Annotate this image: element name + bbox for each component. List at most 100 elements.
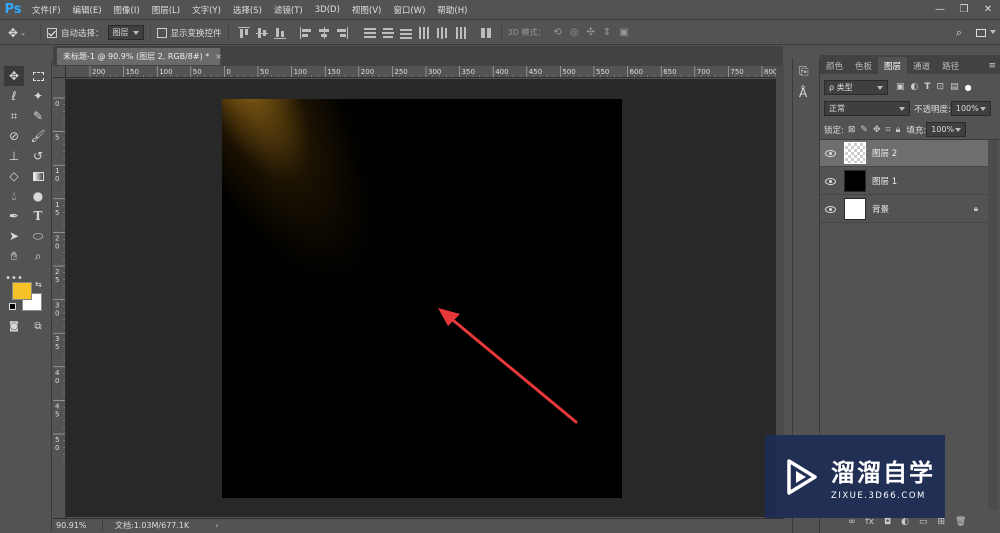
- menu-select[interactable]: 选择(S): [227, 4, 268, 16]
- visibility-eye-icon[interactable]: [820, 168, 840, 195]
- filter-smart-object-icon[interactable]: ▤: [950, 82, 959, 92]
- document-tab[interactable]: 未标题-1 @ 90.9% (图层 2, RGB/8#) * ×: [56, 47, 222, 65]
- distribute-right-icon[interactable]: [453, 26, 467, 40]
- clone-stamp-tool-icon[interactable]: ⊥: [4, 146, 24, 166]
- vertical-ruler[interactable]: 05101520253035404550: [53, 78, 66, 518]
- minimize-icon[interactable]: —: [928, 0, 952, 20]
- lasso-tool-icon[interactable]: ℓ: [4, 86, 24, 106]
- menu-view[interactable]: 视图(V): [346, 4, 387, 16]
- gradient-tool-icon[interactable]: [28, 166, 48, 186]
- distribute-vcenter-icon[interactable]: [381, 26, 395, 40]
- tab-channels[interactable]: 通道: [907, 57, 936, 74]
- lock-transparent-pixels-icon[interactable]: ⊠: [848, 125, 856, 135]
- quick-mask-icon[interactable]: ◙: [4, 316, 24, 336]
- foreground-color-swatch[interactable]: [12, 282, 32, 300]
- layer-style-icon[interactable]: fx: [866, 517, 875, 527]
- history-panel-icon[interactable]: ⎘: [799, 64, 809, 79]
- blend-mode-dropdown[interactable]: 正常: [824, 101, 910, 116]
- eraser-tool-icon[interactable]: ◇: [4, 166, 24, 186]
- new-group-icon[interactable]: ▭: [919, 517, 928, 527]
- pen-tool-icon[interactable]: ✒: [4, 206, 24, 226]
- lock-image-pixels-icon[interactable]: ✎: [860, 125, 868, 135]
- menu-filter[interactable]: 滤镜(T): [268, 4, 309, 16]
- 3d-scale-icon[interactable]: ▣: [619, 27, 628, 38]
- ellipse-tool-icon[interactable]: ⬭: [28, 226, 48, 246]
- tab-swatches[interactable]: 色板: [849, 57, 878, 74]
- menu-3d[interactable]: 3D(D): [309, 5, 346, 15]
- layer-row-layer1[interactable]: 图层 1: [820, 168, 988, 195]
- align-left-icon[interactable]: [299, 26, 313, 40]
- menu-help[interactable]: 帮助(H): [431, 4, 473, 16]
- default-colors-icon[interactable]: [9, 303, 16, 310]
- document-canvas[interactable]: [222, 99, 622, 498]
- distribute-bottom-icon[interactable]: [399, 26, 413, 40]
- status-menu-arrow[interactable]: ›: [215, 521, 218, 530]
- show-transform-checkbox[interactable]: [156, 27, 167, 38]
- menu-file[interactable]: 文件(F): [26, 4, 67, 16]
- path-selection-tool-icon[interactable]: ➤: [4, 226, 24, 246]
- layer-row-layer2[interactable]: 图层 2: [820, 140, 988, 167]
- filter-type-icon[interactable]: T: [924, 82, 930, 92]
- auto-select-target-dropdown[interactable]: 图层: [107, 25, 144, 40]
- restore-icon[interactable]: ❐: [952, 0, 976, 20]
- 3d-slide-icon[interactable]: ⇕: [603, 27, 611, 38]
- distribute-left-icon[interactable]: [417, 26, 431, 40]
- new-adjustment-icon[interactable]: ◐: [901, 517, 909, 527]
- swap-colors-icon[interactable]: ⇆: [35, 280, 42, 289]
- menu-type[interactable]: 文字(Y): [186, 4, 227, 16]
- ruler-origin[interactable]: [53, 66, 66, 78]
- marquee-tool-icon[interactable]: [28, 66, 48, 86]
- character-panel-icon[interactable]: Å: [799, 86, 807, 100]
- visibility-eye-icon[interactable]: [820, 140, 840, 167]
- align-bottom-icon[interactable]: [273, 26, 287, 40]
- horizontal-ruler[interactable]: 200 150 100 50 0 50 100 150 200 250 300 350 400 450 50…: [66, 66, 780, 78]
- close-tab-icon[interactable]: ×: [215, 52, 222, 61]
- hand-tool-icon[interactable]: ✋︎: [4, 246, 24, 266]
- lock-artboard-icon[interactable]: ⌗: [886, 125, 891, 135]
- menu-image[interactable]: 图像(I): [108, 4, 146, 16]
- filter-adjustment-icon[interactable]: ◐: [911, 82, 919, 92]
- lock-all-icon[interactable]: 🔒︎: [896, 125, 901, 135]
- magic-wand-tool-icon[interactable]: ✦: [28, 86, 48, 106]
- zoom-level[interactable]: 90.91%: [53, 521, 103, 530]
- new-layer-icon[interactable]: ⊞: [938, 517, 946, 527]
- align-right-icon[interactable]: [335, 26, 349, 40]
- menu-edit[interactable]: 编辑(E): [67, 4, 108, 16]
- blur-tool-icon[interactable]: 💧︎: [4, 186, 24, 206]
- crop-tool-icon[interactable]: ⌗: [4, 106, 24, 126]
- dodge-tool-icon[interactable]: ●: [28, 186, 48, 206]
- distribute-hcenter-icon[interactable]: [435, 26, 449, 40]
- link-layers-icon[interactable]: ∞: [848, 517, 856, 527]
- 3d-rotate-icon[interactable]: ⟲: [553, 27, 561, 38]
- type-tool-icon[interactable]: T: [28, 206, 48, 226]
- delete-layer-icon[interactable]: 🗑︎: [955, 517, 966, 527]
- visibility-eye-icon[interactable]: [820, 196, 840, 223]
- 3d-drag-icon[interactable]: ✣: [586, 27, 594, 38]
- filter-toggle-icon[interactable]: ●: [965, 83, 972, 92]
- filter-pixel-icon[interactable]: ▣: [896, 82, 905, 92]
- layers-scrollbar[interactable]: [988, 140, 998, 510]
- auto-align-icon[interactable]: [479, 26, 493, 40]
- menu-window[interactable]: 窗口(W): [387, 4, 431, 16]
- add-mask-icon[interactable]: ◘: [884, 517, 891, 527]
- screen-mode-icon[interactable]: ⧉: [28, 316, 48, 336]
- zoom-tool-icon[interactable]: ⌕: [28, 246, 48, 266]
- move-tool-icon[interactable]: ✥: [4, 66, 24, 86]
- panel-menu-icon[interactable]: ≡: [988, 61, 1000, 74]
- eyedropper-tool-icon[interactable]: ✎: [28, 106, 48, 126]
- move-tool-preset-icon[interactable]: ✥ ⌄: [0, 26, 34, 40]
- auto-select-checkbox[interactable]: [47, 27, 57, 38]
- align-top-icon[interactable]: [237, 26, 251, 40]
- lock-position-icon[interactable]: ✥: [873, 125, 881, 135]
- distribute-top-icon[interactable]: [363, 26, 377, 40]
- workspace-dropdown[interactable]: [972, 25, 1000, 40]
- align-hcenter-icon[interactable]: [317, 26, 331, 40]
- menu-layer[interactable]: 图层(L): [146, 4, 186, 16]
- healing-brush-tool-icon[interactable]: ⊘: [4, 126, 24, 146]
- layer-row-background[interactable]: 背景 🔒︎: [820, 196, 988, 223]
- opacity-input[interactable]: 100%: [950, 101, 991, 116]
- align-vcenter-icon[interactable]: [255, 26, 269, 40]
- tab-layers[interactable]: 图层: [878, 57, 908, 74]
- tab-paths[interactable]: 路径: [936, 57, 965, 74]
- search-icon[interactable]: ⌕: [956, 26, 962, 40]
